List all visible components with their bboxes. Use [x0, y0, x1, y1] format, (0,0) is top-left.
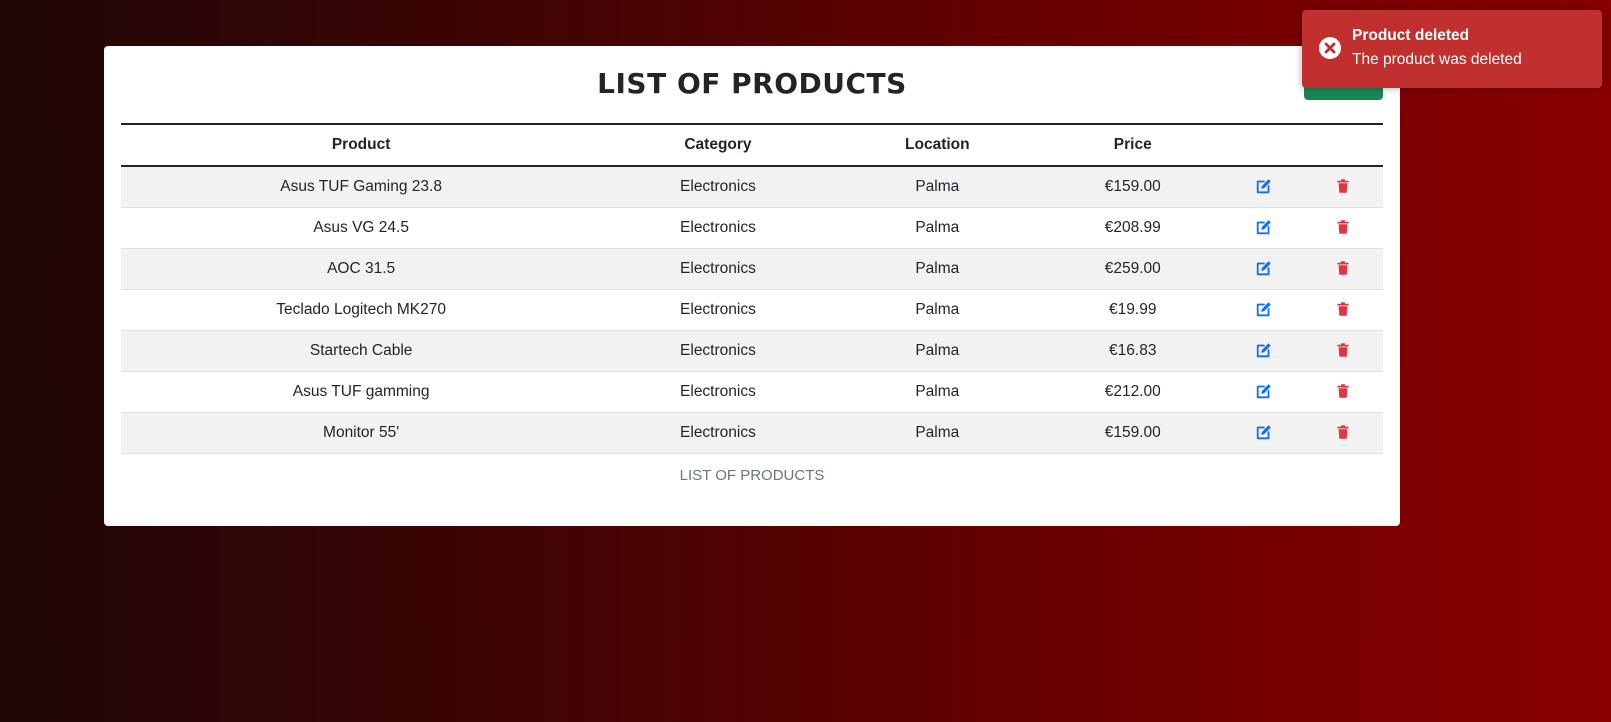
- table-row: AOC 31.5 Electronics Palma €259.00: [121, 248, 1383, 290]
- cell-category: Electronics: [601, 248, 835, 290]
- toast-notification[interactable]: Product deleted The product was deleted: [1302, 10, 1602, 88]
- page-title: LIST OF PRODUCTS: [597, 67, 907, 100]
- table-row: Asus VG 24.5 Electronics Palma €208.99: [121, 207, 1383, 249]
- cell-product: Monitor 55': [121, 412, 602, 454]
- cell-location: Palma: [834, 248, 1041, 290]
- header-location: Location: [834, 123, 1041, 167]
- edit-cell: [1225, 412, 1304, 454]
- cell-location: Palma: [834, 412, 1041, 454]
- toast-message: The product was deleted: [1352, 51, 1522, 68]
- products-card: LIST OF PRODUCTS Product Category Locati…: [104, 46, 1400, 526]
- cell-product: Asus VG 24.5: [121, 207, 602, 249]
- edit-cell: [1225, 166, 1304, 208]
- edit-icon[interactable]: [1254, 341, 1274, 361]
- cell-price: €208.99: [1040, 207, 1226, 249]
- cell-category: Electronics: [601, 371, 835, 413]
- table-row: Asus TUF Gaming 23.8 Electronics Palma €159…: [121, 166, 1383, 208]
- cell-category: Electronics: [601, 166, 835, 208]
- delete-cell: [1303, 207, 1383, 249]
- table-row: Monitor 55' Electronics Palma €159.00: [121, 412, 1383, 454]
- delete-cell: [1303, 330, 1383, 372]
- edit-cell: [1225, 330, 1304, 372]
- edit-icon[interactable]: [1254, 382, 1274, 402]
- table-row: Teclado Logitech MK270 Electronics Palma €1…: [121, 289, 1383, 331]
- cell-product: Asus TUF gamming: [121, 371, 602, 413]
- cell-category: Electronics: [601, 207, 835, 249]
- cell-price: €16.83: [1040, 330, 1226, 372]
- edit-icon[interactable]: [1254, 177, 1274, 197]
- cell-price: €212.00: [1040, 371, 1226, 413]
- cell-category: Electronics: [601, 412, 835, 454]
- products-table: Product Category Location Price Asus TUF…: [121, 123, 1383, 496]
- delete-cell: [1303, 371, 1383, 413]
- cell-category: Electronics: [601, 330, 835, 372]
- cell-location: Palma: [834, 166, 1041, 208]
- table-caption: LIST OF PRODUCTS: [679, 466, 825, 484]
- delete-cell: [1303, 412, 1383, 454]
- cell-price: €159.00: [1040, 166, 1226, 208]
- header-price: Price: [1040, 123, 1226, 167]
- trash-icon[interactable]: [1333, 218, 1353, 238]
- cell-product: Teclado Logitech MK270: [121, 289, 602, 331]
- trash-icon[interactable]: [1333, 177, 1353, 197]
- delete-cell: [1303, 289, 1383, 331]
- edit-icon[interactable]: [1254, 259, 1274, 279]
- cell-location: Palma: [834, 371, 1041, 413]
- edit-cell: [1225, 248, 1304, 290]
- delete-cell: [1303, 166, 1383, 208]
- edit-icon[interactable]: [1254, 300, 1274, 320]
- table-header-row: Product Category Location Price: [121, 123, 1383, 167]
- header-edit: [1225, 123, 1304, 167]
- cell-location: Palma: [834, 330, 1041, 372]
- cell-price: €159.00: [1040, 412, 1226, 454]
- edit-icon[interactable]: [1254, 218, 1274, 238]
- cell-location: Palma: [834, 207, 1041, 249]
- toast-title: Product deleted: [1352, 27, 1470, 44]
- trash-icon[interactable]: [1333, 341, 1353, 361]
- edit-cell: [1225, 289, 1304, 331]
- table-row: Asus TUF gamming Electronics Palma €212.00: [121, 371, 1383, 413]
- trash-icon[interactable]: [1333, 259, 1353, 279]
- error-circle-icon: [1319, 37, 1341, 59]
- header-delete: [1303, 123, 1383, 167]
- trash-icon[interactable]: [1333, 300, 1353, 320]
- cell-product: AOC 31.5: [121, 248, 602, 290]
- edit-cell: [1225, 371, 1304, 413]
- trash-icon[interactable]: [1333, 423, 1353, 443]
- edit-cell: [1225, 207, 1304, 249]
- edit-icon[interactable]: [1254, 423, 1274, 443]
- cell-product: Startech Cable: [121, 330, 602, 372]
- header-product: Product: [121, 123, 602, 167]
- trash-icon[interactable]: [1333, 382, 1353, 402]
- header-category: Category: [601, 123, 835, 167]
- cell-product: Asus TUF Gaming 23.8: [121, 166, 602, 208]
- delete-cell: [1303, 248, 1383, 290]
- table-row: Startech Cable Electronics Palma €16.83: [121, 330, 1383, 372]
- cell-price: €259.00: [1040, 248, 1226, 290]
- cell-location: Palma: [834, 289, 1041, 331]
- cell-price: €19.99: [1040, 289, 1226, 331]
- cell-category: Electronics: [601, 289, 835, 331]
